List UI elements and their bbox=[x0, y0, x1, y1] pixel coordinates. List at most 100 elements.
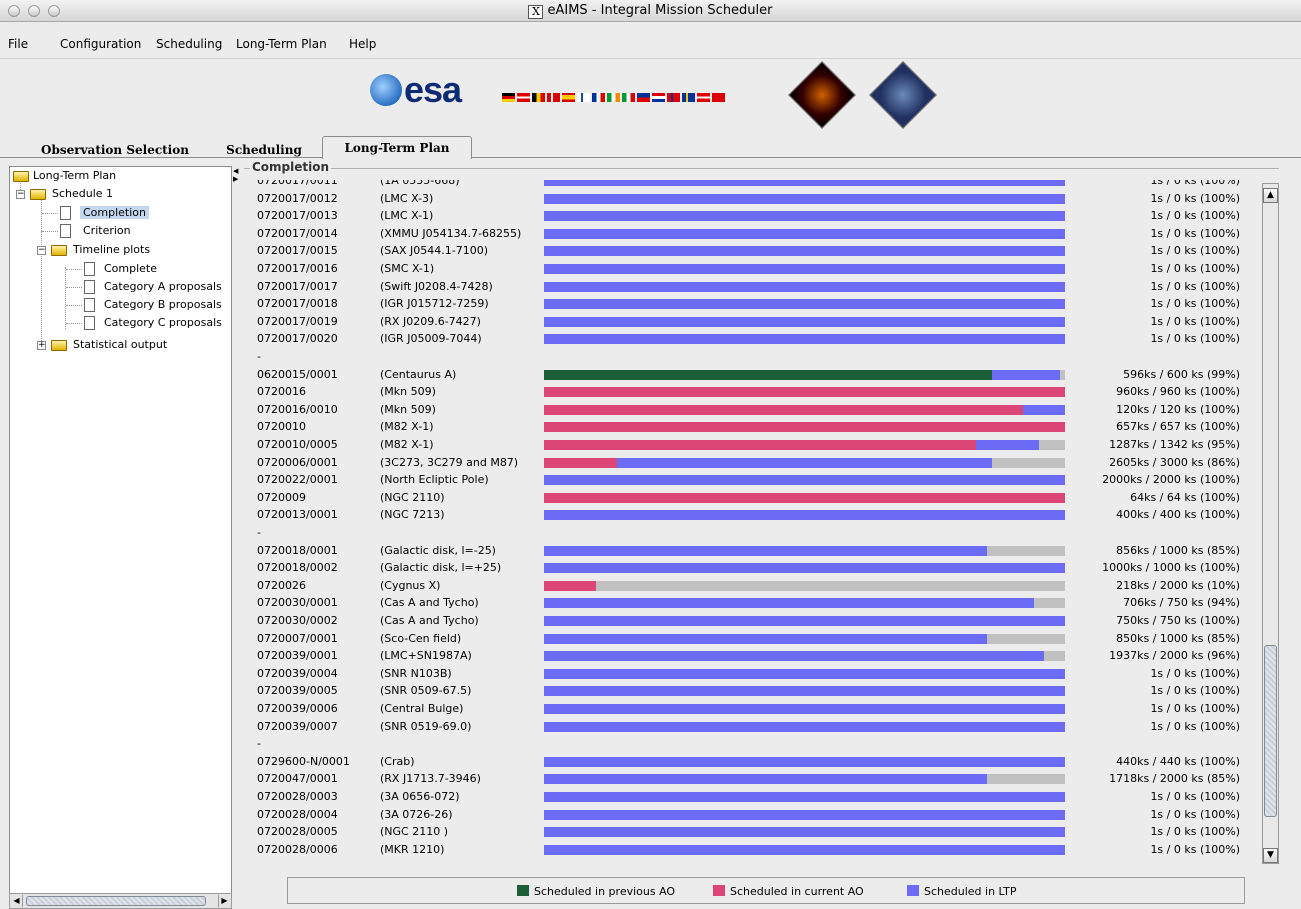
completion-value: 1s / 0 ks (100%) bbox=[1150, 702, 1240, 715]
menu-bar: File Configuration Scheduling Long-Term … bbox=[0, 35, 1301, 55]
ltp-segment bbox=[544, 616, 1065, 626]
collapse-icon[interactable]: − bbox=[16, 190, 25, 199]
completion-bar bbox=[544, 422, 1065, 433]
completion-bar bbox=[544, 686, 1065, 697]
ltp-segment bbox=[544, 211, 1065, 222]
observation-id: 0720028/0003 bbox=[257, 790, 338, 803]
target-name: (LMC X-1) bbox=[380, 209, 434, 223]
completion-rows[interactable]: 0720017/0011 (1A 0535-668) 1s / 0 ks (100%… bbox=[240, 180, 1260, 870]
window-title: XeAIMS - Integral Mission Scheduler bbox=[0, 3, 1301, 19]
tab-long-term-plan[interactable]: Long-Term Plan bbox=[322, 136, 472, 159]
menu-file[interactable]: File bbox=[8, 37, 28, 51]
scroll-right-icon[interactable]: ▶ bbox=[218, 895, 230, 907]
tree-scroll-thumb[interactable] bbox=[26, 896, 206, 906]
completion-row: 0620015/0001 (Centaurus A) 596ks / 600 ks … bbox=[240, 366, 1260, 384]
ltp-segment bbox=[544, 598, 1034, 609]
completion-row: 0729600-N/0001 (Crab) 440ks / 440 ks (100%… bbox=[240, 753, 1260, 771]
folder-icon bbox=[51, 340, 67, 351]
expand-icon[interactable]: + bbox=[37, 341, 46, 350]
ltp-segment bbox=[544, 545, 987, 556]
target-name: (LMC+SN1987A) bbox=[380, 649, 472, 663]
completion-legend: Scheduled in previous AO Scheduled in cu… bbox=[287, 877, 1245, 904]
document-icon bbox=[60, 206, 71, 220]
completion-row: 0720017/0014 (XMMU J054134.7-68255) 1s / 0… bbox=[240, 225, 1260, 243]
completion-bar bbox=[544, 246, 1065, 257]
main-tabs: Observation Selection Scheduling Long-Te… bbox=[0, 136, 1301, 159]
ltp-segment bbox=[616, 457, 993, 468]
completion-bar bbox=[544, 281, 1065, 292]
completion-bar bbox=[544, 193, 1065, 204]
legend-swatch-current bbox=[713, 885, 725, 896]
document-icon bbox=[84, 280, 95, 294]
tree-horizontal-scrollbar[interactable]: ◀ ▶ bbox=[9, 893, 232, 909]
completion-row: 0720010/0005 (M82 X-1) 1287ks / 1342 ks (9… bbox=[240, 436, 1260, 454]
completion-row: 0720028/0005 (NGC 2110 ) 1s / 0 ks (100%) bbox=[240, 823, 1260, 841]
scroll-up-icon[interactable]: ▲ bbox=[1263, 188, 1278, 203]
current-ao-segment bbox=[544, 387, 1065, 398]
split-pane-divider[interactable]: ◀ ▶ bbox=[232, 166, 240, 909]
group-separator: - bbox=[240, 524, 1260, 542]
completion-bar bbox=[544, 369, 1065, 380]
target-name: (Mkn 509) bbox=[380, 402, 436, 416]
completion-row: 0720028/0006 (MKR 1210) 1s / 0 ks (100%) bbox=[240, 841, 1260, 859]
ltp-segment bbox=[544, 264, 1065, 274]
tab-scheduling[interactable]: Scheduling bbox=[212, 140, 316, 158]
completion-value: 2605ks / 3000 ks (86%) bbox=[1109, 455, 1240, 469]
scroll-down-icon[interactable]: ▼ bbox=[1263, 848, 1278, 863]
logo-banner: esa bbox=[0, 58, 1301, 136]
open-folder-icon bbox=[30, 189, 46, 200]
collapse-icon[interactable]: − bbox=[37, 246, 46, 255]
target-name: (Cas A and Tycho) bbox=[380, 614, 479, 627]
target-name: (Galactic disk, l=-25) bbox=[380, 543, 496, 557]
observation-id: 0720030/0001 bbox=[257, 596, 338, 610]
completion-section-title: Completion bbox=[250, 160, 332, 174]
target-name: (Swift J0208.4-7428) bbox=[380, 279, 493, 293]
expand-right-icon[interactable]: ▶ bbox=[233, 176, 238, 183]
target-name: (SMC X-1) bbox=[380, 262, 435, 275]
ltp-segment bbox=[544, 827, 1065, 838]
legend-current-ao: Scheduled in current AO bbox=[713, 885, 864, 898]
observation-id: 0720026 bbox=[257, 578, 306, 592]
ltp-segment bbox=[544, 633, 987, 644]
observation-id: 0720007/0001 bbox=[257, 631, 338, 645]
completion-bar bbox=[544, 756, 1065, 767]
completion-scroll-thumb[interactable] bbox=[1264, 645, 1277, 817]
ltp-segment bbox=[544, 809, 1065, 820]
completion-bar bbox=[544, 264, 1065, 274]
menu-long-term-plan[interactable]: Long-Term Plan bbox=[236, 37, 327, 51]
menu-help[interactable]: Help bbox=[349, 37, 376, 51]
completion-row: 0720009 (NGC 2110) 64ks / 64 ks (100%) bbox=[240, 489, 1260, 507]
esa-globe-icon bbox=[370, 74, 402, 106]
observation-id: 0720017/0015 bbox=[257, 244, 338, 258]
completion-bar bbox=[544, 228, 1065, 239]
target-name: (SNR N103B) bbox=[380, 666, 452, 680]
observation-id: 0720016 bbox=[257, 385, 306, 399]
target-name: (Sco-Cen field) bbox=[380, 631, 462, 645]
menu-scheduling[interactable]: Scheduling bbox=[156, 37, 222, 51]
scroll-left-icon[interactable]: ◀ bbox=[11, 895, 23, 907]
completion-value: 706ks / 750 ks (94%) bbox=[1123, 596, 1240, 610]
ltp-segment bbox=[544, 334, 1065, 345]
completion-row: 0720028/0003 (3A 0656-072) 1s / 0 ks (100%… bbox=[240, 788, 1260, 806]
document-icon bbox=[84, 316, 95, 330]
x11-icon: X bbox=[528, 5, 544, 19]
tab-observation-selection[interactable]: Observation Selection bbox=[20, 140, 210, 158]
completion-value: 1287ks / 1342 ks (95%) bbox=[1109, 438, 1240, 451]
target-name: (Cas A and Tycho) bbox=[380, 596, 479, 610]
ltp-segment bbox=[544, 756, 1065, 767]
observation-id: 0720006/0001 bbox=[257, 455, 338, 469]
completion-value: 1s / 0 ks (100%) bbox=[1150, 842, 1240, 856]
observation-id: 0720022/0001 bbox=[257, 473, 338, 487]
collapse-left-icon[interactable]: ◀ bbox=[233, 168, 238, 175]
completion-bar bbox=[544, 387, 1065, 398]
esa-logo: esa bbox=[370, 69, 462, 111]
target-name: (Crab) bbox=[380, 754, 415, 768]
observation-id: 0720017/0012 bbox=[257, 191, 338, 205]
completion-row: 0720017/0015 (SAX J0544.1-7100) 1s / 0 ks … bbox=[240, 242, 1260, 260]
menu-configuration[interactable]: Configuration bbox=[60, 37, 141, 51]
completion-value: 856ks / 1000 ks (85%) bbox=[1116, 543, 1240, 557]
completion-row: 0720017/0020 (IGR J05009-7044) 1s / 0 ks (… bbox=[240, 330, 1260, 348]
completion-row: 0720007/0001 (Sco-Cen field) 850ks / 1000 … bbox=[240, 630, 1260, 648]
completion-bar bbox=[544, 316, 1065, 327]
ltp-segment bbox=[992, 369, 1060, 380]
